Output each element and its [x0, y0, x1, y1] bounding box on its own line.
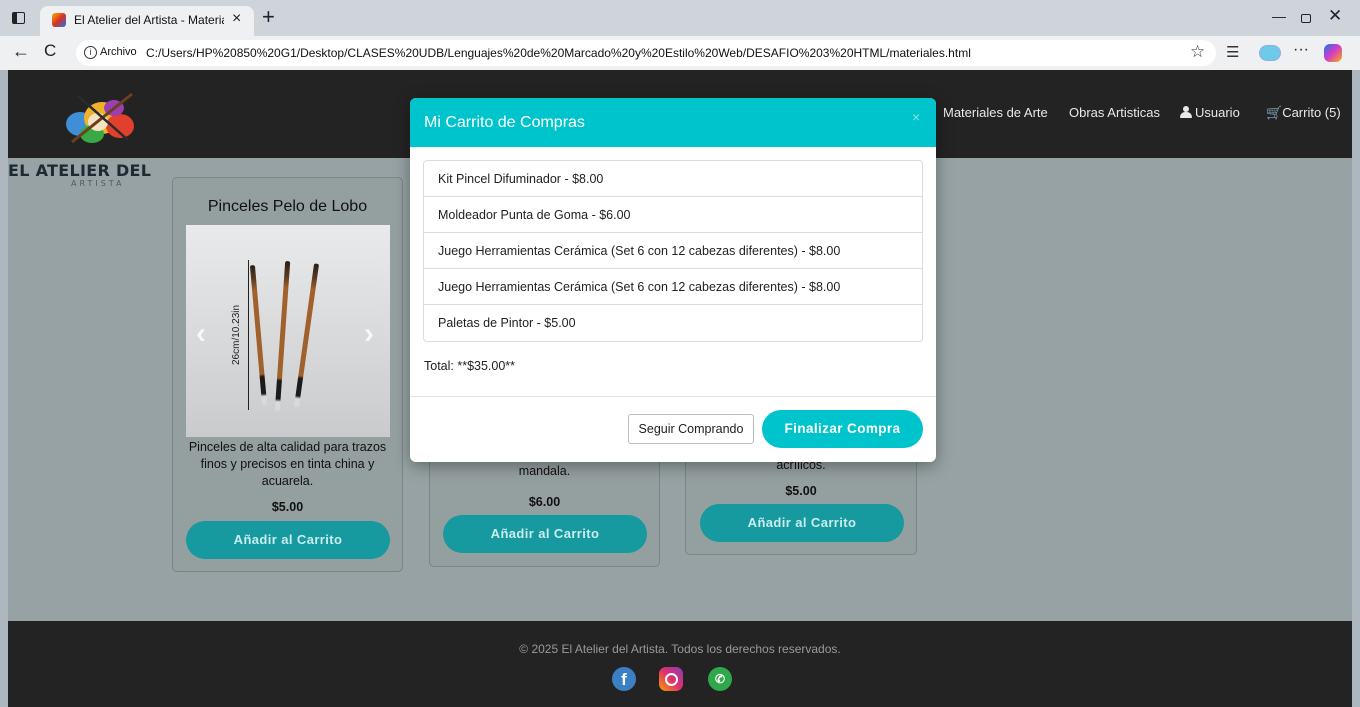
- footer-copyright: © 2025 El Atelier del Artista. Todos los…: [519, 642, 841, 656]
- nav-carrito-link[interactable]: 🛒Carrito (5): [1266, 105, 1341, 121]
- image-caption: 26cm/10.23in: [231, 304, 242, 365]
- logo-palette-icon[interactable]: [58, 88, 142, 148]
- measure-line: [248, 260, 249, 410]
- url-scheme-label: Archivo: [100, 46, 137, 58]
- profile-avatar-icon[interactable]: [1259, 45, 1281, 61]
- product-card: Pinceles Pelo de Lobo 26cm/10.23in ‹ › P…: [172, 177, 403, 572]
- cart-item: Juego Herramientas Cerámica (Set 6 con 1…: [424, 233, 922, 269]
- url-field[interactable]: i Archivo C:/Users/HP%20850%20G1/Desktop…: [76, 40, 1216, 66]
- info-icon[interactable]: i: [84, 46, 97, 59]
- checkout-button[interactable]: Finalizar Compra: [762, 410, 923, 448]
- favorite-star-icon[interactable]: ☆: [1190, 42, 1205, 62]
- nav-usuario-link[interactable]: Usuario: [1180, 105, 1240, 120]
- product-description: Pinceles de alta calidad para trazos fin…: [188, 440, 387, 488]
- nav-materiales-link[interactable]: Materiales de Arte: [943, 105, 1048, 120]
- cart-item: Kit Pincel Difuminador - $8.00: [424, 161, 922, 197]
- product-price: $6.00: [528, 495, 561, 509]
- logo-title: EL ATELIER DEL: [8, 161, 152, 180]
- brush-image: [274, 261, 291, 411]
- nav-usuario-label: Usuario: [1195, 105, 1240, 120]
- brush-image: [249, 265, 268, 405]
- more-options-icon[interactable]: ···: [1293, 41, 1309, 59]
- reload-icon[interactable]: C: [44, 41, 56, 61]
- logo-subtitle: ARTISTA: [71, 179, 125, 188]
- url-text[interactable]: C:/Users/HP%20850%20G1/Desktop/CLASES%20…: [146, 46, 971, 60]
- whatsapp-icon[interactable]: ✆: [708, 667, 732, 691]
- continue-shopping-button[interactable]: Seguir Comprando: [628, 414, 754, 444]
- cart-item: Moldeador Punta de Goma - $6.00: [424, 197, 922, 233]
- modal-title: Mi Carrito de Compras: [424, 114, 585, 131]
- user-icon: [1180, 106, 1192, 118]
- back-arrow-icon[interactable]: ←: [12, 41, 30, 62]
- site-footer: © 2025 El Atelier del Artista. Todos los…: [8, 621, 1352, 707]
- browser-tab-bar: El Atelier del Artista - Materiales d × …: [0, 0, 1360, 36]
- facebook-icon[interactable]: f: [612, 667, 636, 691]
- tab-actions-icon[interactable]: [12, 12, 25, 24]
- window-close-icon[interactable]: ✕: [1328, 6, 1342, 26]
- cart-item: Paletas de Pintor - $5.00: [438, 316, 576, 330]
- cart-total: Total: **$35.00**: [424, 359, 516, 373]
- modal-close-icon[interactable]: ×: [912, 109, 920, 125]
- copilot-icon[interactable]: [1324, 44, 1342, 62]
- cart-modal: Mi Carrito de Compras × Kit Pincel Difum…: [410, 98, 936, 462]
- brush-image: [293, 263, 320, 408]
- product-description: mandala.: [518, 464, 571, 478]
- instagram-icon[interactable]: [659, 667, 683, 691]
- modal-header: Mi Carrito de Compras ×: [410, 98, 936, 147]
- address-bar: ← C i Archivo C:/Users/HP%20850%20G1/Des…: [0, 36, 1360, 70]
- product-price: $5.00: [785, 484, 817, 498]
- close-tab-icon[interactable]: ×: [232, 10, 241, 28]
- site-favicon-icon: [52, 13, 66, 27]
- new-tab-icon[interactable]: +: [262, 4, 275, 30]
- product-carousel: 26cm/10.23in ‹ ›: [186, 225, 390, 437]
- nav-carrito-label: Carrito (5): [1282, 105, 1341, 120]
- add-to-cart-button[interactable]: Añadir al Carrito: [186, 521, 390, 559]
- minimize-icon[interactable]: —: [1272, 8, 1286, 24]
- modal-divider: [410, 396, 936, 397]
- browser-tab[interactable]: El Atelier del Artista - Materiales d ×: [40, 6, 254, 36]
- product-price: $5.00: [271, 500, 304, 514]
- carousel-prev-icon[interactable]: ‹: [196, 317, 206, 351]
- maximize-icon[interactable]: [1301, 14, 1311, 23]
- tab-title: El Atelier del Artista - Materiales d: [74, 13, 224, 27]
- nav-obras-link[interactable]: Obras Artisticas: [1069, 105, 1160, 120]
- product-title: Pinceles Pelo de Lobo: [207, 198, 368, 215]
- carousel-next-icon[interactable]: ›: [364, 317, 374, 351]
- cart-item-list: Kit Pincel Difuminador - $8.00 Moldeador…: [423, 160, 923, 342]
- cart-item: Juego Herramientas Cerámica (Set 6 con 1…: [424, 269, 922, 305]
- add-to-cart-button[interactable]: Añadir al Carrito: [700, 504, 904, 542]
- cart-icon: 🛒: [1266, 105, 1283, 120]
- favorites-list-icon[interactable]: ☰: [1226, 43, 1239, 61]
- add-to-cart-button[interactable]: Añadir al Carrito: [443, 515, 647, 553]
